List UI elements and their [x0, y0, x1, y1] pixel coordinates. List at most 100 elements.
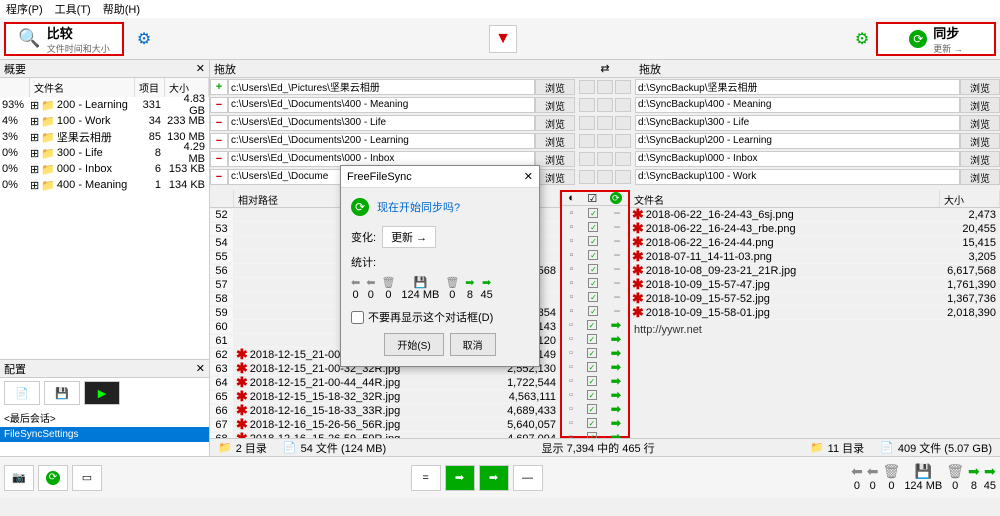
pair-filter-button[interactable]: [597, 80, 613, 94]
menu-tools[interactable]: 工具(T): [55, 1, 91, 17]
pair-filter-button[interactable]: [597, 134, 613, 148]
expand-icon[interactable]: ⊞: [30, 99, 39, 112]
browse-button[interactable]: 浏览: [960, 97, 1000, 113]
include-checkbox[interactable]: ✓: [588, 236, 598, 246]
pair-filter-button[interactable]: [597, 116, 613, 130]
swap-icon[interactable]: ⇄: [600, 62, 609, 75]
include-checkbox[interactable]: ✓: [588, 250, 598, 260]
filter-button[interactable]: ▼: [489, 25, 517, 53]
config-new-button[interactable]: 📄: [4, 381, 40, 405]
action-none-button[interactable]: —: [513, 465, 543, 491]
remove-pair-button[interactable]: −: [210, 169, 228, 185]
pair-settings-button[interactable]: [579, 134, 595, 148]
browse-button[interactable]: 浏览: [960, 115, 1000, 131]
right-path-input[interactable]: [635, 115, 960, 131]
config-selected[interactable]: FileSyncSettings: [0, 427, 209, 442]
col-filename-right[interactable]: 文件名: [630, 190, 940, 207]
action-row[interactable]: ▫ ✓ ➡: [562, 318, 628, 332]
action-row[interactable]: ▫ ✓ −: [562, 234, 628, 248]
action-row[interactable]: ▫ ✓ ➡: [562, 360, 628, 374]
action-row[interactable]: ▫ ✓ ➡: [562, 402, 628, 416]
action-row[interactable]: ▫ ✓ −: [562, 304, 628, 318]
include-checkbox[interactable]: ✓: [587, 404, 597, 414]
sync-button[interactable]: ⟳ 同步 更新 →: [876, 22, 996, 56]
left-path-input[interactable]: [228, 97, 535, 113]
pair-sync-button[interactable]: [615, 170, 631, 184]
action-row[interactable]: ▫ ✓ −: [562, 262, 628, 276]
action-row[interactable]: ▫ ✓ ➡: [562, 374, 628, 388]
include-checkbox[interactable]: ✓: [588, 278, 598, 288]
pair-filter-button[interactable]: [597, 152, 613, 166]
include-checkbox[interactable]: ✓: [587, 320, 597, 330]
browse-button[interactable]: 浏览: [535, 133, 575, 149]
include-checkbox[interactable]: ✓: [587, 334, 597, 344]
right-path-input[interactable]: [635, 169, 960, 185]
browse-button[interactable]: 浏览: [535, 79, 575, 95]
expand-icon[interactable]: ⊞: [30, 115, 39, 128]
action-row[interactable]: ▫ ✓ ➡: [562, 388, 628, 402]
compare-settings-button[interactable]: ⚙: [130, 25, 158, 53]
action-equal-button[interactable]: =: [411, 465, 441, 491]
config-batch-button[interactable]: ▶: [84, 381, 120, 405]
checkbox-header[interactable]: ☑: [587, 192, 597, 205]
expand-icon[interactable]: ⊞: [30, 163, 39, 176]
remove-pair-button[interactable]: −: [210, 97, 228, 113]
include-checkbox[interactable]: ✓: [588, 222, 598, 232]
close-icon[interactable]: ✕: [524, 170, 533, 183]
browse-button[interactable]: 浏览: [535, 151, 575, 167]
include-checkbox[interactable]: ✓: [587, 376, 597, 386]
menu-help[interactable]: 帮助(H): [103, 1, 140, 17]
view-diff-button[interactable]: ▭: [72, 465, 102, 491]
file-row[interactable]: ✱2018-10-09_15-58-01.jpg 2,018,390: [630, 306, 1000, 320]
pair-sync-button[interactable]: [615, 152, 631, 166]
action-right2-button[interactable]: ➡: [479, 465, 509, 491]
remove-pair-button[interactable]: −: [210, 151, 228, 167]
browse-button[interactable]: 浏览: [535, 169, 575, 185]
right-path-input[interactable]: [635, 79, 960, 95]
action-right-button[interactable]: ➡: [445, 465, 475, 491]
browse-button[interactable]: 浏览: [535, 115, 575, 131]
action-icon[interactable]: ⟳: [610, 192, 622, 204]
pair-filter-button[interactable]: [597, 170, 613, 184]
compare-button[interactable]: 🔍 比较 文件时间和大小: [4, 22, 124, 56]
right-path-input[interactable]: [635, 151, 960, 167]
close-icon[interactable]: ✕: [196, 62, 205, 75]
overview-row[interactable]: 0% ⊞📁300 - Life 8 4.29 MB: [0, 145, 209, 161]
pair-settings-button[interactable]: [579, 98, 595, 112]
col-items[interactable]: 项目: [135, 78, 165, 97]
action-row[interactable]: ▫ ✓ −: [562, 206, 628, 220]
include-checkbox[interactable]: ✓: [588, 292, 598, 302]
browse-button[interactable]: 浏览: [960, 151, 1000, 167]
include-checkbox[interactable]: ✓: [588, 264, 598, 274]
config-save-button[interactable]: 💾: [44, 381, 80, 405]
menu-program[interactable]: 程序(P): [6, 1, 43, 17]
include-checkbox[interactable]: ✓: [588, 306, 598, 316]
left-path-input[interactable]: [228, 79, 535, 95]
pair-settings-button[interactable]: [579, 116, 595, 130]
pair-filter-button[interactable]: [597, 98, 613, 112]
browse-button[interactable]: 浏览: [535, 97, 575, 113]
cancel-button[interactable]: 取消: [450, 333, 496, 356]
browse-button[interactable]: 浏览: [960, 133, 1000, 149]
pair-sync-button[interactable]: [615, 98, 631, 112]
include-checkbox[interactable]: ✓: [587, 418, 597, 428]
left-path-input[interactable]: [228, 115, 535, 131]
expand-icon[interactable]: ⊞: [30, 179, 39, 192]
left-path-input[interactable]: [228, 133, 535, 149]
col-size-right[interactable]: 大小: [940, 190, 1000, 207]
config-last-session[interactable]: <最后会话>: [0, 408, 209, 427]
pair-sync-button[interactable]: [615, 116, 631, 130]
overview-row[interactable]: 93% ⊞📁200 - Learning 331 4.83 GB: [0, 97, 209, 113]
right-path-input[interactable]: [635, 133, 960, 149]
include-checkbox[interactable]: ✓: [588, 208, 598, 218]
action-row[interactable]: ▫ ✓ −: [562, 220, 628, 234]
action-row[interactable]: ▫ ✓ ➡: [562, 430, 628, 438]
view-new-button[interactable]: 📷: [4, 465, 34, 491]
add-pair-button[interactable]: +: [210, 79, 228, 95]
remove-pair-button[interactable]: −: [210, 115, 228, 131]
action-row[interactable]: ▫ ✓ ➡: [562, 346, 628, 360]
sync-settings-button[interactable]: ⚙: [848, 25, 876, 53]
expand-icon[interactable]: ⊞: [30, 131, 39, 144]
include-checkbox[interactable]: ✓: [587, 362, 597, 372]
action-row[interactable]: ▫ ✓ −: [562, 248, 628, 262]
